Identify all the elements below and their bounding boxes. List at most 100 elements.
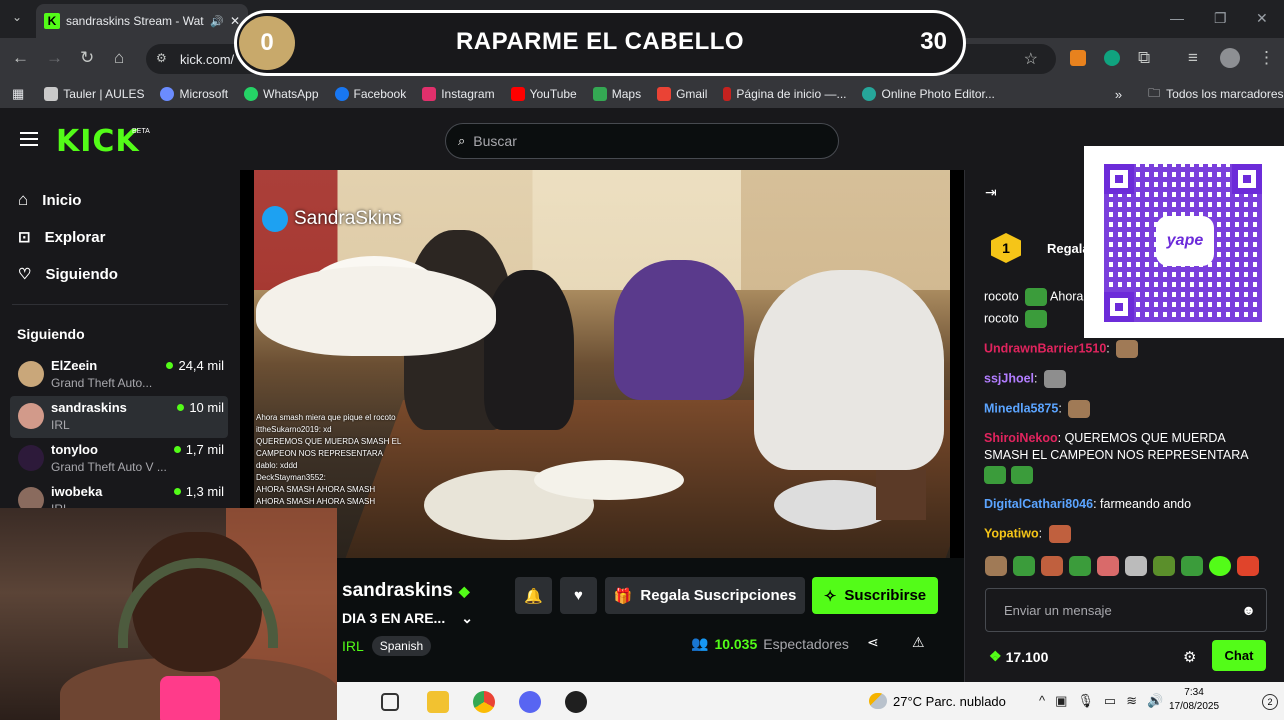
bookmark-item[interactable]: Página de inicio —... — [723, 87, 846, 101]
pepe-emote-icon — [1025, 310, 1048, 328]
chat-username[interactable]: UndrawnBarrier1510 — [984, 341, 1106, 355]
profile-avatar[interactable] — [1220, 48, 1240, 68]
browser-menu-icon[interactable]: ⋮ — [1258, 48, 1275, 68]
chat-username[interactable]: ssjJhoel — [984, 371, 1034, 385]
site-info-icon[interactable]: ⚙ — [156, 51, 167, 65]
stream-category[interactable]: IRL — [342, 638, 364, 654]
emote-icon[interactable] — [1013, 556, 1035, 576]
discord-icon[interactable] — [519, 691, 541, 713]
system-clock[interactable]: 7:34 17/08/2025 — [1169, 686, 1219, 714]
channel-points[interactable]: ❖ 17.100 — [989, 648, 1048, 665]
heart-icon: ♥ — [574, 587, 583, 604]
emote-icon[interactable] — [1097, 556, 1119, 576]
sidebar-item-siguiendo[interactable]: ♡ Siguiendo — [18, 265, 118, 284]
notification-badge[interactable]: 2 — [1262, 694, 1278, 710]
more-bookmarks-icon[interactable]: » — [1115, 87, 1122, 102]
close-window-icon[interactable]: ✕ — [1256, 10, 1268, 27]
chat-send-button[interactable]: Chat — [1212, 640, 1266, 671]
gift-subscriptions-button[interactable]: 🎁 Regala Suscripciones — [605, 577, 805, 614]
volume-icon[interactable]: 🔊 — [1147, 693, 1163, 709]
reload-icon[interactable]: ↻ — [80, 48, 94, 68]
overlay-chat-line: QUEREMOS QUE MUERDA SMASH EL — [256, 437, 402, 446]
channel-name[interactable]: sandraskins — [342, 580, 453, 602]
emote-icon[interactable] — [1153, 556, 1175, 576]
speaker-icon[interactable]: 🔊 — [210, 15, 224, 28]
tab-title: sandraskins Stream - Watch — [66, 14, 205, 28]
extension-green-icon[interactable] — [1104, 50, 1120, 66]
emote-icon[interactable] — [1209, 556, 1231, 576]
sidebar-item-explorar[interactable]: ⊡ Explorar — [18, 228, 105, 247]
chat-username[interactable]: ShiroiNekoo — [984, 431, 1058, 445]
report-warning-icon[interactable]: ⚠ — [912, 634, 925, 651]
emoji-picker-icon[interactable]: ☻ — [1241, 602, 1256, 618]
video-player[interactable]: SandraSkins Ahora smash miera que pique … — [240, 170, 964, 558]
language-tag[interactable]: Spanish — [371, 636, 432, 656]
chat-username[interactable]: DigitalCathari8046 — [984, 497, 1093, 511]
bookmark-item[interactable]: Instagram — [422, 87, 495, 101]
weather-widget[interactable]: 27°C Parc. nublado — [869, 693, 1006, 709]
chat-username[interactable]: Yopatiwo — [984, 526, 1039, 540]
follow-heart-button[interactable]: ♥ — [560, 577, 597, 614]
microphone-icon[interactable]: 🎙 — [1077, 693, 1094, 709]
kick-logo[interactable]: KICK — [56, 124, 140, 159]
obs-icon[interactable] — [565, 691, 587, 713]
chat-text: farmeando ando — [1100, 497, 1192, 511]
chrome-icon[interactable] — [473, 691, 495, 713]
maximize-icon[interactable]: ❐ — [1214, 10, 1227, 27]
home-browser-icon[interactable]: ⌂ — [114, 48, 124, 68]
emote-icon[interactable] — [1237, 556, 1259, 576]
chat-settings-gear-icon[interactable]: ⚙ — [1183, 648, 1196, 666]
extension-orange-icon[interactable] — [1070, 50, 1086, 66]
search-input[interactable]: ⌕ Buscar — [445, 123, 839, 159]
back-icon[interactable]: ← — [12, 48, 29, 68]
bookmark-item[interactable]: Online Photo Editor... — [862, 87, 995, 101]
network-icon[interactable]: ▭ — [1104, 693, 1116, 709]
bookmark-item[interactable]: Microsoft — [160, 87, 228, 101]
bookmark-item[interactable]: Facebook — [334, 87, 406, 101]
webcam-pink-cup — [160, 676, 220, 720]
emote-icon[interactable] — [1181, 556, 1203, 576]
chat-username[interactable]: rocoto — [984, 289, 1019, 303]
tray-app-icon[interactable]: ▣ — [1055, 693, 1067, 709]
channel-title[interactable]: sandraskins ◆ — [342, 580, 470, 602]
notification-bell-button[interactable]: 🔔 — [515, 577, 552, 614]
tab-search-icon[interactable]: ⌄ — [12, 10, 22, 24]
browser-tab[interactable]: K sandraskins Stream - Watch 🔊 ✕ — [36, 4, 248, 38]
stream-video[interactable]: SandraSkins Ahora smash miera que pique … — [254, 170, 950, 558]
hamburger-menu-icon[interactable] — [20, 132, 38, 146]
subscribe-button[interactable]: ✧ Suscribirse — [812, 577, 938, 614]
wifi-icon[interactable]: ≋ — [1126, 693, 1137, 709]
forward-icon[interactable]: → — [46, 48, 63, 68]
task-view-icon[interactable] — [381, 693, 399, 711]
stream-title[interactable]: DIA 3 EN ARE... ⌄ — [342, 610, 473, 627]
users-icon: 👥 — [691, 635, 709, 651]
following-item-tonyloo[interactable]: tonyloo Grand Theft Auto V ... 1,7 mil — [10, 438, 228, 480]
collapse-chat-icon[interactable]: ⇥ — [985, 184, 997, 201]
bookmark-item[interactable]: Maps — [592, 87, 641, 101]
bookmark-item[interactable]: YouTube — [510, 87, 577, 101]
chat-username[interactable]: rocoto — [984, 311, 1019, 325]
minimize-icon[interactable]: — — [1170, 10, 1184, 26]
extensions-puzzle-icon[interactable]: ⧉ — [1138, 48, 1150, 68]
emote-icon[interactable] — [985, 556, 1007, 576]
tray-chevron-up-icon[interactable]: ^ — [1039, 693, 1045, 709]
bookmark-item[interactable]: WhatsApp — [244, 87, 319, 101]
file-explorer-icon[interactable] — [427, 691, 449, 713]
following-item-sandraskins[interactable]: sandraskins IRL 10 mil — [10, 396, 228, 438]
share-icon[interactable]: ⋖ — [867, 634, 879, 651]
all-bookmarks-link[interactable]: Todos los marcadores — [1166, 87, 1283, 101]
sidebar-item-inicio[interactable]: ⌂ Inicio — [18, 190, 81, 210]
bookmark-item[interactable]: Gmail — [657, 87, 707, 101]
emote-icon[interactable] — [1069, 556, 1091, 576]
emote-icon[interactable] — [1041, 556, 1063, 576]
bookmark-item[interactable]: Tauler | AULES — [44, 87, 144, 101]
emote-icon[interactable] — [1125, 556, 1147, 576]
chat-username[interactable]: Minedla5875 — [984, 401, 1058, 415]
chat-message-input[interactable]: Enviar un mensaje ☻ — [985, 588, 1267, 632]
bookmark-star-icon[interactable]: ☆ — [1024, 49, 1038, 69]
media-control-icon[interactable]: ≡ — [1188, 48, 1198, 68]
chevron-down-icon[interactable]: ⌄ — [461, 610, 473, 627]
apps-grid-icon[interactable]: ▦ — [12, 86, 24, 102]
following-item-elzeein[interactable]: ElZeein Grand Theft Auto... 24,4 mil — [10, 354, 228, 396]
photo-editor-icon — [862, 87, 877, 101]
